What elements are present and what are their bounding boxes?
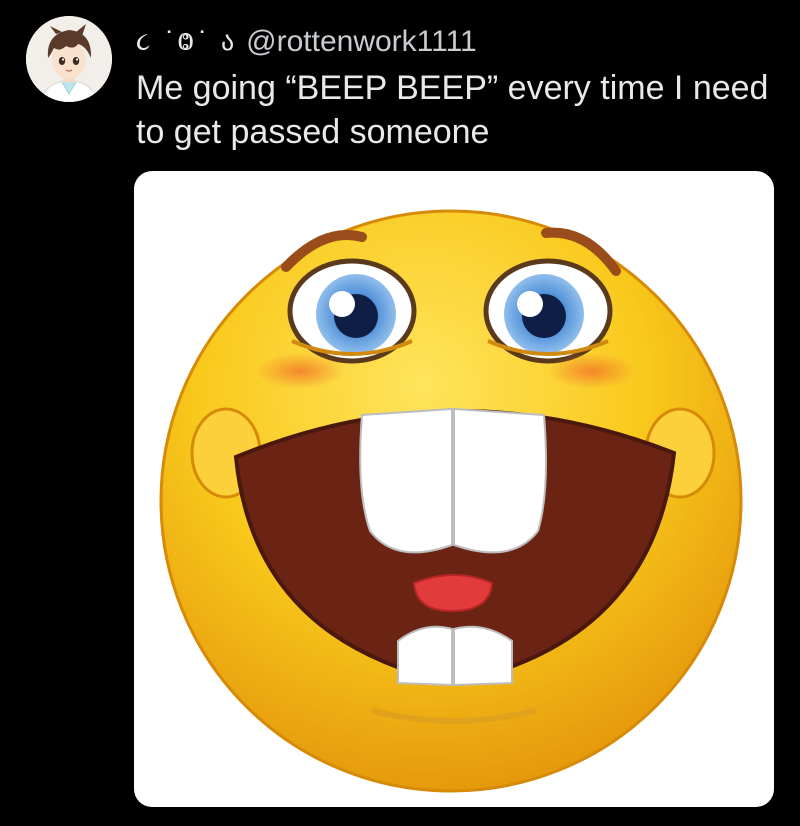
display-name[interactable]: ૮ ˙Ⱉ˙ ა (136, 27, 236, 58)
tweet-text: Me going “BEEP BEEP” every time I need t… (136, 69, 769, 151)
buck-teeth-smiley-emoji-icon (159, 209, 743, 793)
media-image[interactable] (134, 171, 774, 807)
anime-character-avatar-icon (26, 16, 112, 102)
avatar[interactable] (26, 16, 112, 102)
author-row: ૮ ˙Ⱉ˙ ა @rottenwork1111 (136, 22, 477, 62)
user-handle[interactable]: @rottenwork1111 (246, 25, 477, 59)
tweet: ૮ ˙Ⱉ˙ ა @rottenwork1111 Me going “BEEP B… (0, 0, 800, 826)
